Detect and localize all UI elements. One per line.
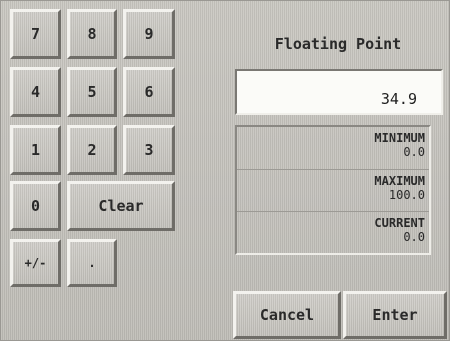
current-value: 0.0: [403, 230, 425, 244]
limits-panel: MINIMUM 0.0 MAXIMUM 100.0 CURRENT 0.0: [235, 125, 431, 255]
minimum-row: MINIMUM 0.0: [237, 127, 429, 169]
maximum-label: MAXIMUM: [374, 174, 425, 188]
key-6[interactable]: 6: [123, 67, 175, 117]
minimum-label: MINIMUM: [374, 131, 425, 145]
minimum-value: 0.0: [403, 145, 425, 159]
current-row: CURRENT 0.0: [237, 211, 429, 253]
decimal-point-button[interactable]: .: [67, 239, 117, 287]
key-0[interactable]: 0: [10, 181, 61, 231]
value-display: 34.9: [235, 69, 443, 115]
cancel-button[interactable]: Cancel: [233, 291, 341, 339]
enter-button[interactable]: Enter: [343, 291, 447, 339]
key-1[interactable]: 1: [10, 125, 61, 175]
key-7[interactable]: 7: [10, 9, 61, 59]
sign-toggle-button[interactable]: +/-: [10, 239, 61, 287]
clear-button[interactable]: Clear: [67, 181, 175, 231]
key-5[interactable]: 5: [67, 67, 117, 117]
maximum-value: 100.0: [388, 188, 425, 202]
key-4[interactable]: 4: [10, 67, 61, 117]
key-9[interactable]: 9: [123, 9, 175, 59]
numeric-keypad-dialog: 7 8 9 4 5 6 1 2 3 0 Clear +/- . Floating…: [0, 0, 450, 341]
key-3[interactable]: 3: [123, 125, 175, 175]
dialog-title: Floating Point: [274, 35, 402, 53]
current-label: CURRENT: [374, 216, 425, 230]
value-text: 34.9: [380, 90, 417, 108]
key-2[interactable]: 2: [67, 125, 117, 175]
key-8[interactable]: 8: [67, 9, 117, 59]
maximum-row: MAXIMUM 100.0: [237, 169, 429, 211]
